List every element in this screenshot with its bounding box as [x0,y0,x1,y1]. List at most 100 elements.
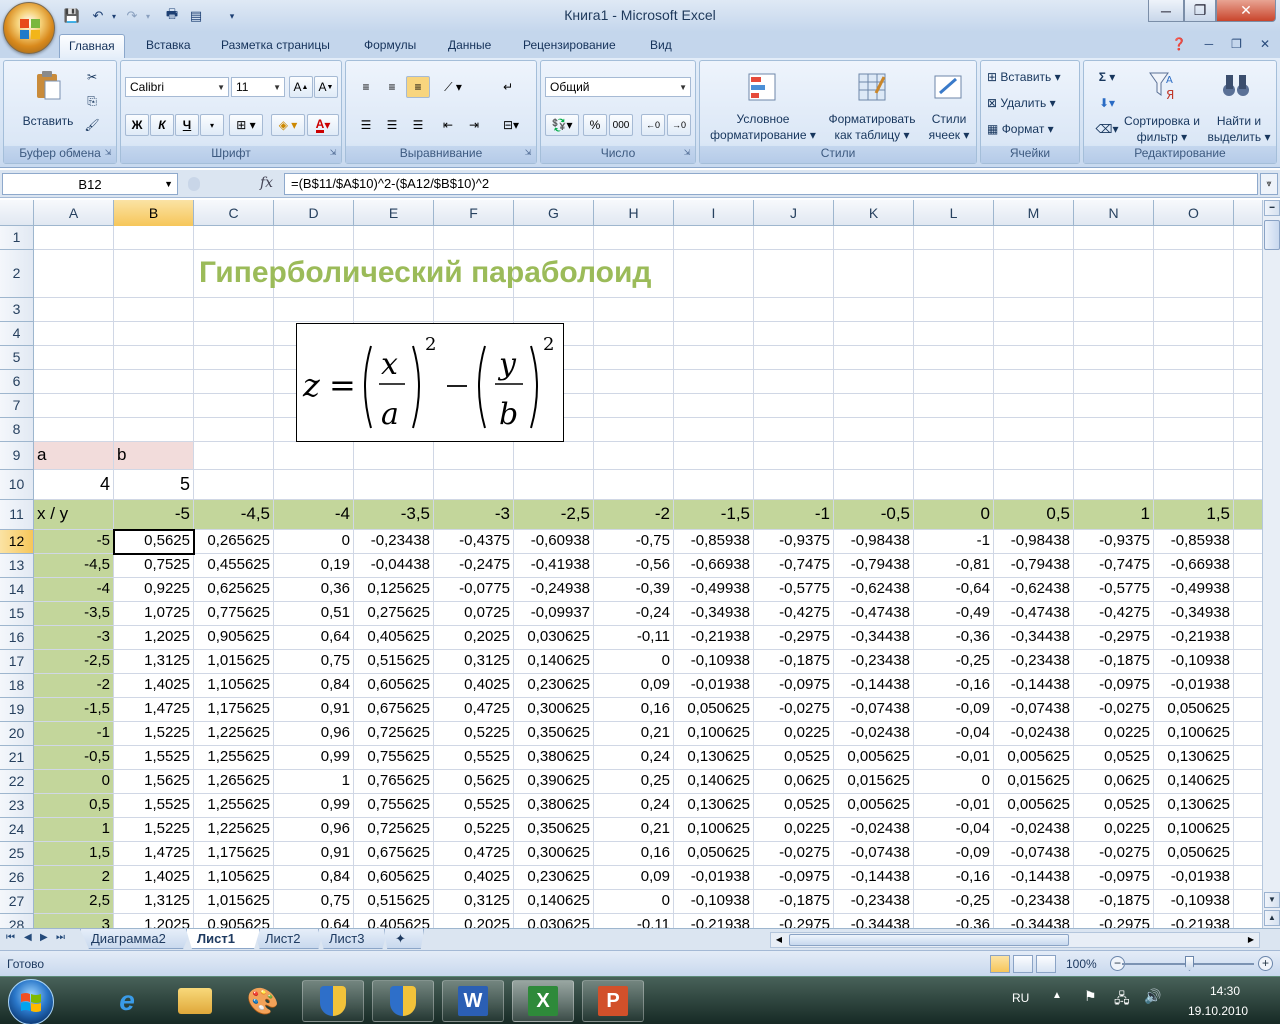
data-cell[interactable]: 0,300625 [514,842,594,866]
minimize-button[interactable]: ─ [1148,0,1184,22]
data-cell[interactable]: 0 [914,770,994,794]
cell[interactable] [354,442,434,470]
align-middle-icon[interactable]: ≡ [380,76,404,98]
language-indicator[interactable]: RU [1012,991,1029,1005]
data-cell[interactable]: -0,66938 [1154,554,1234,578]
data-cell[interactable]: -0,11 [594,914,674,928]
data-cell[interactable]: 0,96 [274,818,354,842]
cell[interactable] [1074,394,1154,418]
data-cell[interactable]: 0,0225 [1074,722,1154,746]
column-header-f[interactable]: F [434,200,514,226]
data-cell[interactable]: 0,5525 [434,746,514,770]
data-cell[interactable]: 0,275625 [354,602,434,626]
data-cell[interactable]: 0,005625 [994,746,1074,770]
prev-sheet-icon[interactable]: ◀ [24,932,32,943]
data-cell[interactable]: -0,01938 [1154,866,1234,890]
data-cell[interactable]: -0,0975 [1074,866,1154,890]
data-cell[interactable]: 0,24 [594,794,674,818]
cell[interactable] [434,470,514,500]
cell[interactable] [1234,370,1262,394]
cell[interactable] [994,370,1074,394]
number-format-combo[interactable]: Общий ▼ [545,77,691,97]
cell[interactable] [1234,250,1262,298]
y-value-cell[interactable]: -0,5 [34,746,114,770]
cell[interactable] [754,370,834,394]
data-cell[interactable]: 0,405625 [354,914,434,928]
y-value-cell[interactable]: 3 [34,914,114,928]
data-cell[interactable]: -0,85938 [674,530,754,554]
data-cell[interactable]: -0,25 [914,890,994,914]
tab-view[interactable]: Вид [650,38,672,52]
shrink-font-button[interactable]: A ▼ [314,76,338,98]
cell[interactable] [114,370,194,394]
cell[interactable] [1074,226,1154,250]
cell[interactable] [34,346,114,370]
data-cell[interactable]: -0,25 [914,650,994,674]
data-cell[interactable]: 0,675625 [354,698,434,722]
decrease-indent-icon[interactable]: ⇤ [436,114,460,136]
wrap-text-icon[interactable]: ↵ [496,76,520,98]
cell[interactable] [34,394,114,418]
paste-icon[interactable] [32,69,64,101]
thousands-button[interactable]: 000 [609,114,633,136]
vertical-scroll-thumb[interactable] [1264,220,1280,250]
data-cell[interactable]: -0,62438 [994,578,1074,602]
data-cell[interactable]: 0,015625 [994,770,1074,794]
data-cell[interactable]: 0,130625 [1154,746,1234,770]
x-header-cell[interactable]: -3 [434,500,514,530]
cell[interactable] [194,322,274,346]
cell[interactable] [1234,578,1262,602]
cell[interactable] [754,394,834,418]
data-cell[interactable]: -0,11 [594,626,674,650]
data-cell[interactable]: 1,2025 [114,626,194,650]
cell[interactable] [1074,370,1154,394]
data-cell[interactable]: -0,23438 [834,890,914,914]
sheet-tab-diagram2[interactable]: Диаграмма2 [80,929,192,949]
merge-center-icon[interactable]: ⊟▾ [496,114,526,136]
cell[interactable] [1154,442,1234,470]
cell[interactable] [994,250,1074,298]
cell[interactable] [194,370,274,394]
data-cell[interactable]: 1,5525 [114,746,194,770]
data-cell[interactable]: 0,0525 [754,794,834,818]
data-cell[interactable]: 0,050625 [674,698,754,722]
row-header[interactable]: 4 [0,322,34,346]
cell[interactable] [674,322,754,346]
align-left-icon[interactable]: ☰ [354,114,378,136]
conditional-format-button[interactable]: Условное форматирование ▾ [704,111,822,143]
data-cell[interactable]: -0,79438 [994,554,1074,578]
chevron-down-icon[interactable]: ▼ [164,179,173,189]
cell[interactable] [994,394,1074,418]
data-cell[interactable]: 1,4725 [114,842,194,866]
row-header[interactable]: 10 [0,470,34,500]
data-cell[interactable]: 0,380625 [514,746,594,770]
data-cell[interactable]: 0,75 [274,650,354,674]
cell[interactable] [594,370,674,394]
column-header-a[interactable]: A [34,200,114,226]
cell[interactable] [114,226,194,250]
x-header-cell[interactable]: 0,5 [994,500,1074,530]
data-cell[interactable]: 1,5525 [114,794,194,818]
data-cell[interactable]: 0,230625 [514,866,594,890]
data-cell[interactable]: -0,4275 [1074,602,1154,626]
cell[interactable] [994,346,1074,370]
cell[interactable] [1234,442,1262,470]
data-cell[interactable]: 1,4025 [114,674,194,698]
data-cell[interactable]: 0,21 [594,722,674,746]
data-cell[interactable]: 0,25 [594,770,674,794]
label-b-cell[interactable]: b [114,442,194,470]
cell[interactable] [1234,500,1262,530]
data-cell[interactable]: 0,91 [274,698,354,722]
cell[interactable] [1234,794,1262,818]
data-cell[interactable]: 0,350625 [514,818,594,842]
format-as-table-button[interactable]: Форматировать как таблицу ▾ [822,111,922,143]
show-hidden-icons-icon[interactable]: ▲ [1052,990,1062,1001]
data-cell[interactable]: -0,10938 [674,890,754,914]
data-cell[interactable]: -0,60938 [514,530,594,554]
column-header-b[interactable]: B [114,200,194,226]
column-header-d[interactable]: D [274,200,354,226]
data-cell[interactable]: -0,02438 [834,722,914,746]
data-cell[interactable]: -0,1875 [754,650,834,674]
data-cell[interactable]: -0,9375 [1074,530,1154,554]
sheet-tab-list1[interactable]: Лист1 [186,929,260,949]
